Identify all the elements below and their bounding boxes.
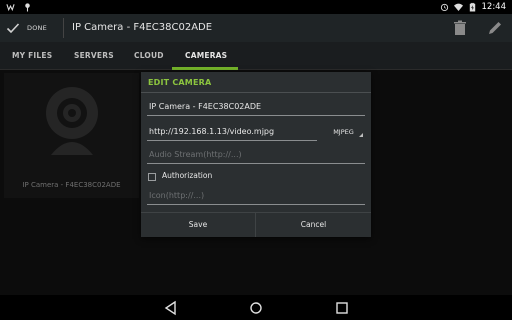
status-bar: 12:44	[0, 0, 512, 14]
recents-icon[interactable]	[334, 300, 350, 316]
action-bar-divider	[63, 18, 64, 38]
audio-stream-underline	[147, 163, 365, 164]
back-icon[interactable]	[163, 300, 179, 316]
tab-cloud[interactable]: CLOUD	[134, 42, 164, 70]
done-label: DONE	[27, 24, 47, 32]
stream-format-select[interactable]: MJPEG	[321, 125, 366, 139]
dropdown-triangle-icon	[359, 133, 363, 137]
pin-notification-icon	[25, 3, 30, 12]
trash-icon[interactable]	[453, 20, 467, 36]
camera-url-field[interactable]: http://192.168.1.13/video.mjpg	[149, 126, 274, 138]
tab-cameras[interactable]: CAMERAS	[185, 42, 227, 70]
home-icon[interactable]	[248, 300, 264, 316]
cancel-button[interactable]: Cancel	[256, 213, 371, 237]
done-button[interactable]: DONE	[6, 17, 58, 39]
pencil-icon[interactable]	[487, 20, 503, 36]
tab-servers[interactable]: SERVERS	[74, 42, 114, 70]
navigation-bar	[0, 295, 512, 320]
battery-icon	[469, 2, 475, 12]
checkmark-icon	[6, 23, 20, 34]
camera-name-field[interactable]: IP Camera - F4EC38C02ADE	[149, 101, 261, 113]
wifi-icon	[453, 3, 463, 12]
camera-name-underline	[147, 115, 365, 116]
authorization-label: Authorization	[162, 171, 213, 180]
tab-my-files[interactable]: MY FILES	[12, 42, 52, 70]
edit-camera-dialog: EDIT CAMERA IP Camera - F4EC38C02ADE htt…	[141, 72, 371, 237]
android-screen: 12:44 DONE IP Camera - F4EC38C02ADE MY F…	[0, 0, 512, 320]
tab-bar: MY FILES SERVERS CLOUD CAMERAS	[0, 42, 512, 70]
download-notification-icon	[6, 4, 15, 12]
action-bar-title: IP Camera - F4EC38C02ADE	[72, 22, 213, 33]
status-time: 12:44	[481, 2, 507, 12]
dialog-title: EDIT CAMERA	[148, 78, 212, 87]
save-button[interactable]: Save	[141, 213, 255, 237]
camera-url-underline	[147, 140, 317, 141]
icon-url-field[interactable]: Icon(http://...)	[149, 190, 204, 202]
audio-stream-field[interactable]: Audio Stream(http://...)	[149, 149, 242, 161]
dialog-title-divider	[141, 92, 371, 93]
stream-format-value: MJPEG	[333, 128, 354, 136]
action-bar: DONE IP Camera - F4EC38C02ADE	[0, 14, 512, 42]
icon-url-underline	[147, 204, 365, 205]
authorization-checkbox[interactable]	[148, 173, 156, 181]
alarm-icon	[440, 3, 448, 12]
